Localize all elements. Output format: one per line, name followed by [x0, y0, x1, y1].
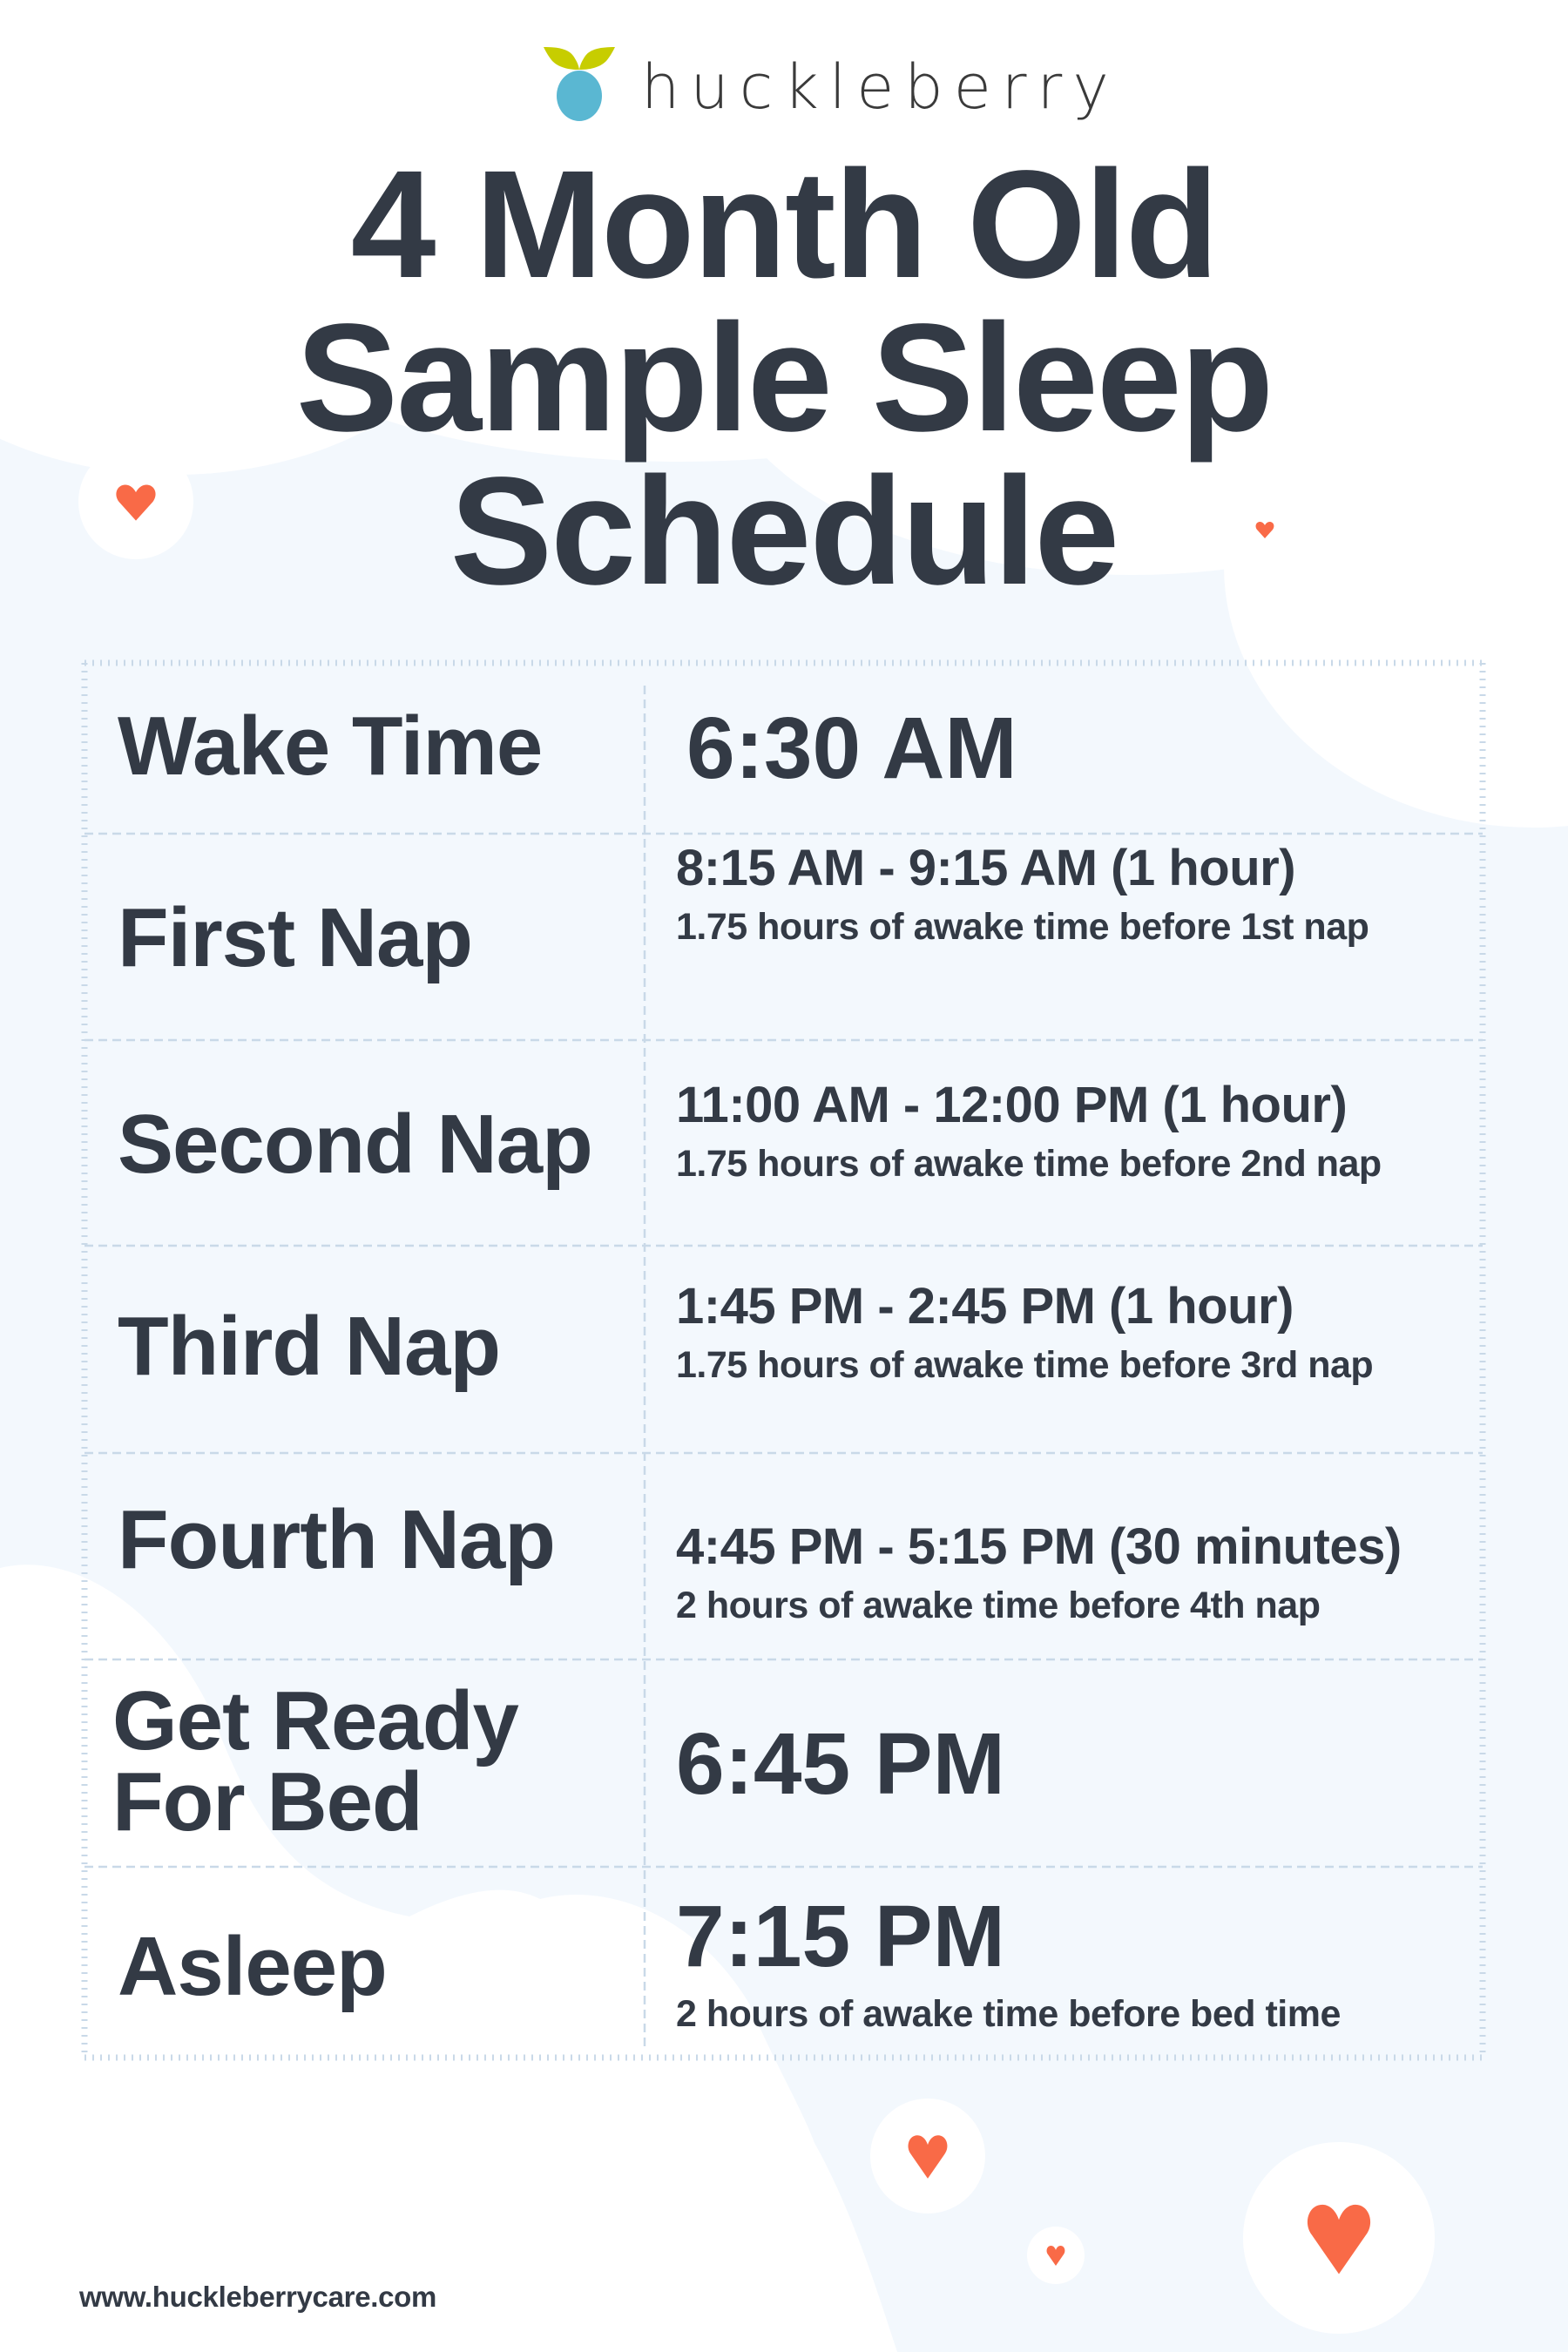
schedule-row-second-nap: Second Nap 11:00 AM - 12:00 PM (1 hour) …: [81, 1040, 1486, 1246]
heart-bubble: [1027, 2227, 1085, 2284]
schedule-row-first-nap: First Nap 8:15 AM - 9:15 AM (1 hour) 1.7…: [81, 834, 1486, 1040]
row-label: Fourth Nap: [118, 1493, 556, 1586]
heart-icon: [116, 484, 156, 521]
heart-icon: [1255, 522, 1274, 538]
row-note: 1.75 hours of awake time before 3rd nap: [676, 1344, 1374, 1386]
row-time: 4:45 PM - 5:15 PM (30 minutes): [676, 1518, 1402, 1575]
row-label: Get Ready For Bed: [112, 1674, 519, 1848]
row-label: Asleep: [118, 1920, 388, 2013]
schedule-row-wake-time: Wake Time 6:30 AM: [81, 659, 1486, 834]
schedule-row-asleep: Asleep 7:15 PM 2 hours of awake time bef…: [81, 1867, 1486, 2058]
row-time: 6:45 PM: [676, 1715, 1005, 1813]
row-label: Second Nap: [118, 1098, 593, 1191]
row-time: 6:30 AM: [686, 700, 1017, 797]
schedule-table: Wake Time 6:30 AM First Nap 8:15 AM - 9:…: [81, 659, 1486, 2061]
row-time: 8:15 AM - 9:15 AM (1 hour): [676, 840, 1296, 896]
title-line: Schedule: [449, 446, 1119, 617]
title-line: Sample Sleep: [295, 293, 1274, 463]
row-time: 11:00 AM - 12:00 PM (1 hour): [676, 1077, 1348, 1133]
row-label-line: Get Ready: [112, 1674, 519, 1767]
title-line: 4 Month Old: [350, 139, 1220, 310]
berry-icon: [544, 47, 615, 121]
brand-logo: huckleberry: [540, 44, 1109, 131]
row-note: 1.75 hours of awake time before 1st nap: [676, 906, 1369, 948]
row-label-line: For Bed: [112, 1755, 423, 1848]
schedule-row-get-ready-for-bed: Get Ready For Bed 6:45 PM: [81, 1659, 1486, 1867]
row-time: 7:15 PM: [676, 1888, 1005, 1985]
heart-icon: [1046, 2246, 1065, 2266]
heart-bubble: [1243, 2142, 1435, 2334]
row-details: 4:45 PM - 5:15 PM (30 minutes) 2 hours o…: [676, 1518, 1402, 1626]
row-details: 1:45 PM - 2:45 PM (1 hour) 1.75 hours of…: [676, 1278, 1374, 1386]
row-note: 1.75 hours of awake time before 2nd nap: [676, 1143, 1382, 1185]
row-details: 7:15 PM 2 hours of awake time before bed…: [676, 1893, 1341, 2034]
page-title: 4 Month Old Sample Sleep Schedule: [0, 148, 1568, 608]
row-details: 11:00 AM - 12:00 PM (1 hour) 1.75 hours …: [676, 1077, 1382, 1185]
row-note: 2 hours of awake time before bed time: [676, 1993, 1341, 2035]
row-label: First Nap: [118, 891, 473, 984]
footer-url[interactable]: www.huckleberrycare.com: [79, 2281, 436, 2314]
heart-bubble: [870, 2099, 985, 2213]
row-details: 8:15 AM - 9:15 AM (1 hour) 1.75 hours of…: [676, 840, 1369, 948]
heart-icon: [908, 2135, 948, 2179]
schedule-row-fourth-nap: Fourth Nap 4:45 PM - 5:15 PM (30 minutes…: [81, 1453, 1486, 1659]
row-label: Third Nap: [118, 1300, 501, 1393]
row-time: 1:45 PM - 2:45 PM (1 hour): [676, 1278, 1294, 1335]
heart-bubble: [78, 444, 193, 559]
row-label: Wake Time: [118, 700, 543, 793]
schedule-row-third-nap: Third Nap 1:45 PM - 2:45 PM (1 hour) 1.7…: [81, 1246, 1486, 1453]
brand-name: huckleberry: [641, 51, 1119, 123]
heart-icon: [1307, 2204, 1371, 2274]
row-note: 2 hours of awake time before 4th nap: [676, 1585, 1321, 1626]
